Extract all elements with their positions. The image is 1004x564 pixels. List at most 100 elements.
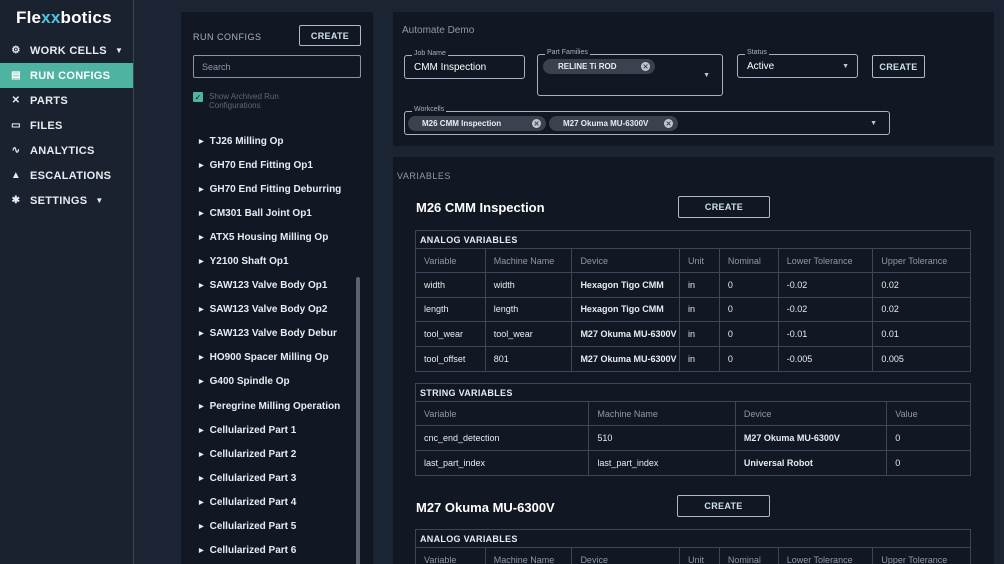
table-row[interactable]: last_part_index last_part_index Universal … <box>416 450 970 475</box>
part-family-chip[interactable]: RELINE Ti ROD ✕ <box>543 59 655 74</box>
column-header[interactable]: Device <box>736 402 888 425</box>
sidebar-item-analytics[interactable]: ∿ ANALYTICS <box>0 138 133 163</box>
table-title: ANALOG VARIABLES <box>416 530 970 548</box>
chevron-down-icon[interactable]: ▼ <box>703 72 710 79</box>
sidebar-item-files[interactable]: ▭ FILES <box>0 113 133 138</box>
chevron-right-icon[interactable]: ▶ <box>199 547 204 554</box>
chevron-right-icon[interactable]: ▶ <box>199 330 204 337</box>
list-item[interactable]: ▶ Cellularized Part 3 <box>199 466 359 490</box>
chevron-right-icon[interactable]: ▶ <box>199 523 204 530</box>
create-variable-button[interactable]: CREATE <box>677 495 770 517</box>
sidebar-item-work-cells[interactable]: ⚙ WORK CELLS ▼ <box>0 38 133 63</box>
list-item[interactable]: ▶ GH70 End Fitting Deburring <box>199 177 359 201</box>
chevron-right-icon[interactable]: ▶ <box>199 354 204 361</box>
list-item[interactable]: ▶ Peregrine Milling Operation <box>199 394 359 418</box>
sidebar-item-settings[interactable]: ✱ SETTINGS ▼ <box>0 188 133 213</box>
workcell-chip[interactable]: M26 CMM Inspection ✕ <box>408 116 546 131</box>
robot-arm-icon: ⚙ <box>11 45 21 56</box>
column-header[interactable]: Machine Name <box>486 249 573 272</box>
list-item[interactable]: ▶ SAW123 Valve Body Op2 <box>199 298 359 322</box>
chevron-down-icon[interactable]: ▼ <box>842 63 849 70</box>
chevron-down-icon[interactable]: ▼ <box>95 196 103 205</box>
sidebar-item-parts[interactable]: ✕ PARTS <box>0 88 133 113</box>
table-cell: M27 Okuma MU-6300V <box>572 346 681 371</box>
column-header[interactable]: Device <box>572 249 681 272</box>
list-item[interactable]: ▶ Cellularized Part 2 <box>199 442 359 466</box>
chevron-right-icon[interactable]: ▶ <box>199 186 204 193</box>
create-run-config-button[interactable]: CREATE <box>299 25 361 46</box>
chip-remove-icon[interactable]: ✕ <box>641 62 650 71</box>
list-item[interactable]: ▶ GH70 End Fitting Op1 <box>199 153 359 177</box>
part-families-label: Part Families <box>545 49 590 56</box>
chevron-right-icon[interactable]: ▶ <box>199 403 204 410</box>
column-header[interactable]: Unit <box>680 548 720 564</box>
chevron-right-icon[interactable]: ▶ <box>199 306 204 313</box>
table-row[interactable]: width width Hexagon Tigo CMM in 0 -0.02 0.02 <box>416 273 970 298</box>
chevron-right-icon[interactable]: ▶ <box>199 162 204 169</box>
search-input[interactable]: Search <box>193 55 361 78</box>
list-item[interactable]: ▶ ATX5 Housing Milling Op <box>199 225 359 249</box>
chevron-down-icon[interactable]: ▼ <box>870 120 877 127</box>
column-header[interactable]: Variable <box>416 249 486 272</box>
column-header[interactable]: Variable <box>416 402 590 425</box>
chevron-right-icon[interactable]: ▶ <box>199 475 204 482</box>
table-cell: tool_wear <box>486 322 573 346</box>
column-header[interactable]: Variable <box>416 548 486 564</box>
column-header[interactable]: Machine Name <box>589 402 736 425</box>
chevron-right-icon[interactable]: ▶ <box>199 499 204 506</box>
workcells-select[interactable]: Workcells M26 CMM Inspection ✕ M27 Okuma… <box>404 106 890 135</box>
chevron-right-icon[interactable]: ▶ <box>199 427 204 434</box>
create-variable-button[interactable]: CREATE <box>678 196 770 218</box>
column-header[interactable]: Upper Tolerance <box>873 548 970 564</box>
list-item[interactable]: ▶ Cellularized Part 1 <box>199 418 359 442</box>
list-item[interactable]: ▶ Y2100 Shaft Op1 <box>199 249 359 273</box>
table-row[interactable]: length length Hexagon Tigo CMM in 0 -0.02 0.02 <box>416 297 970 322</box>
column-header[interactable]: Value <box>887 402 970 425</box>
list-item[interactable]: ▶ SAW123 Valve Body Op1 <box>199 274 359 298</box>
status-select[interactable]: Status Active ▼ <box>737 49 858 78</box>
sidebar-item-escalations[interactable]: ▲ ESCALATIONS <box>0 163 133 188</box>
column-header[interactable]: Lower Tolerance <box>779 249 874 272</box>
create-job-button[interactable]: CREATE <box>872 55 925 78</box>
chevron-right-icon[interactable]: ▶ <box>199 138 204 145</box>
chevron-right-icon[interactable]: ▶ <box>199 210 204 217</box>
chip-remove-icon[interactable]: ✕ <box>664 119 673 128</box>
brand-name-suffix: botics <box>60 8 112 27</box>
list-item[interactable]: ▶ HO900 Spacer Milling Op <box>199 346 359 370</box>
column-header[interactable]: Machine Name <box>486 548 573 564</box>
table-cell: length <box>486 297 573 321</box>
sidebar-item-run-configs[interactable]: ▤ RUN CONFIGS <box>0 63 133 88</box>
chevron-right-icon[interactable]: ▶ <box>199 258 204 265</box>
chevron-right-icon[interactable]: ▶ <box>199 282 204 289</box>
column-header[interactable]: Lower Tolerance <box>779 548 874 564</box>
table-cell: in <box>680 297 720 321</box>
list-item[interactable]: ▶ TJ26 Milling Op <box>199 129 359 153</box>
list-item-label: ATX5 Housing Milling Op <box>209 231 329 243</box>
list-item[interactable]: ▶ Cellularized Part 5 <box>199 515 359 539</box>
table-row[interactable]: tool_offset 801 M27 Okuma MU-6300V in 0 -0.00… <box>416 346 970 371</box>
part-families-select[interactable]: Part Families RELINE Ti ROD ✕ ▼ <box>537 49 723 96</box>
workcell-chip[interactable]: M27 Okuma MU-6300V ✕ <box>549 116 678 131</box>
list-item[interactable]: ▶ Cellularized Part 4 <box>199 490 359 514</box>
chevron-right-icon[interactable]: ▶ <box>199 451 204 458</box>
chevron-down-icon[interactable]: ▼ <box>115 46 123 55</box>
list-item[interactable]: ▶ G400 Spindle Op <box>199 370 359 394</box>
show-archived-toggle[interactable]: ✓ Show Archived Run Configurations <box>193 92 319 110</box>
brand-logo[interactable]: Flexxbotics <box>16 8 112 28</box>
list-item[interactable]: ▶ Cellularized Part 6 <box>199 539 359 563</box>
checkbox-checked-icon[interactable]: ✓ <box>193 92 203 102</box>
column-header[interactable]: Nominal <box>720 548 779 564</box>
column-header[interactable]: Device <box>572 548 681 564</box>
column-header[interactable]: Unit <box>680 249 720 272</box>
table-row[interactable]: cnc_end_detection 510 M27 Okuma MU-6300V 0 <box>416 426 970 451</box>
column-header[interactable]: Upper Tolerance <box>873 249 970 272</box>
run-configs-scrollbar[interactable] <box>356 277 360 564</box>
chevron-right-icon[interactable]: ▶ <box>199 234 204 241</box>
job-name-field[interactable]: Job Name CMM Inspection <box>404 50 525 79</box>
list-item[interactable]: ▶ CM301 Ball Joint Op1 <box>199 201 359 225</box>
chip-remove-icon[interactable]: ✕ <box>532 119 541 128</box>
list-item[interactable]: ▶ SAW123 Valve Body Debur <box>199 322 359 346</box>
column-header[interactable]: Nominal <box>720 249 779 272</box>
table-row[interactable]: tool_wear tool_wear M27 Okuma MU-6300V in 0-… <box>416 322 970 347</box>
chevron-right-icon[interactable]: ▶ <box>199 378 204 385</box>
